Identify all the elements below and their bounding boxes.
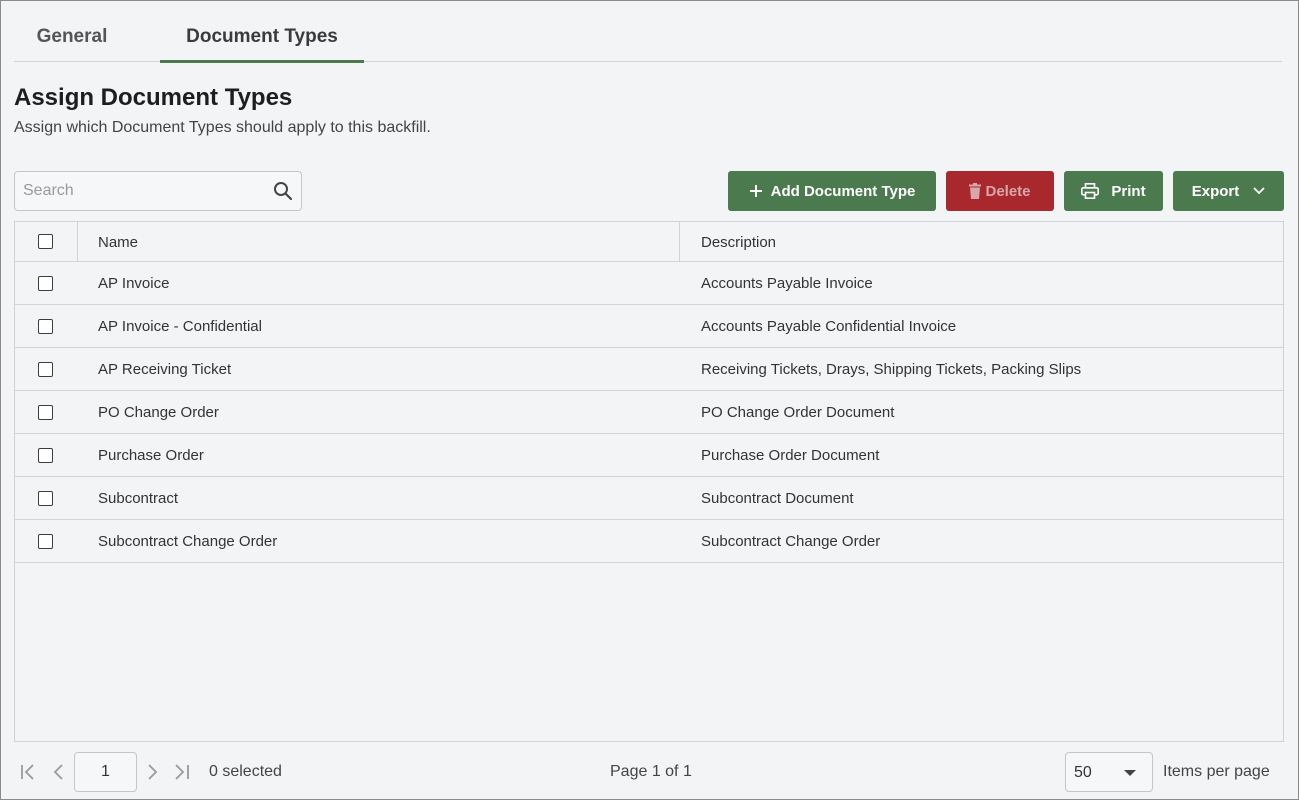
table-row[interactable]: Purchase Order Purchase Order Document (15, 434, 1283, 477)
row-name: AP Receiving Ticket (98, 360, 232, 378)
delete-button[interactable]: Delete (946, 171, 1054, 211)
row-checkbox[interactable] (38, 276, 53, 291)
trash-icon (969, 183, 982, 199)
add-document-type-button[interactable]: Add Document Type (728, 171, 936, 211)
row-name: PO Change Order (98, 403, 219, 421)
export-label: Export (1191, 182, 1240, 200)
row-name: AP Invoice - Confidential (98, 317, 262, 335)
items-per-page-select[interactable]: 50 (1065, 752, 1153, 792)
plus-icon (749, 184, 763, 198)
print-label: Print (1111, 182, 1146, 200)
row-description: Accounts Payable Confidential Invoice (701, 317, 957, 335)
row-description: Accounts Payable Invoice (701, 274, 873, 292)
print-button[interactable]: Print (1064, 171, 1163, 211)
tab-general[interactable]: General (14, 14, 130, 62)
printer-icon (1081, 183, 1100, 199)
row-description: Purchase Order Document (701, 446, 880, 464)
column-divider (77, 222, 78, 262)
column-header-description[interactable]: Description (701, 222, 776, 262)
search-input[interactable] (15, 172, 265, 210)
page-subtitle: Assign which Document Types should apply… (14, 119, 431, 136)
row-description: PO Change Order Document (701, 403, 895, 421)
selected-count: 0 selected (209, 763, 282, 780)
table-row[interactable]: Subcontract Change Order Subcontract Cha… (15, 520, 1283, 563)
row-checkbox[interactable] (38, 319, 53, 334)
page-title: Assign Document Types (14, 84, 293, 111)
page-number-input[interactable] (74, 752, 137, 792)
add-document-type-label: Add Document Type (770, 182, 916, 200)
select-all-checkbox[interactable] (38, 234, 53, 249)
row-description: Receiving Tickets, Drays, Shipping Ticke… (701, 360, 1082, 378)
next-page-icon[interactable] (142, 761, 164, 783)
tab-document-types-label: Document Types (186, 26, 338, 47)
row-checkbox[interactable] (38, 405, 53, 420)
tab-bar: General Document Types (14, 14, 1282, 63)
table-header: Name Description (15, 222, 1283, 262)
search-box (14, 171, 302, 211)
row-name: AP Invoice (98, 274, 170, 292)
last-page-icon[interactable] (171, 761, 193, 783)
row-name: Subcontract Change Order (98, 532, 278, 550)
first-page-icon[interactable] (18, 761, 40, 783)
table-row[interactable]: PO Change Order PO Change Order Document (15, 391, 1283, 434)
table-row[interactable]: AP Receiving Ticket Receiving Tickets, D… (15, 348, 1283, 391)
items-per-page-label: Items per page (1163, 763, 1270, 780)
row-checkbox[interactable] (38, 491, 53, 506)
row-description: Subcontract Document (701, 489, 854, 507)
previous-page-icon[interactable] (48, 761, 70, 783)
column-divider (679, 222, 680, 262)
items-per-page-value: 50 (1074, 764, 1092, 781)
search-icon[interactable] (273, 181, 293, 201)
row-name: Purchase Order (98, 446, 204, 464)
row-checkbox[interactable] (38, 534, 53, 549)
document-types-table: Name Description AP Invoice Accounts Pay… (14, 221, 1284, 742)
page-info: Page 1 of 1 (610, 763, 692, 780)
export-button[interactable]: Export (1173, 171, 1284, 211)
table-row[interactable]: AP Invoice Accounts Payable Invoice (15, 262, 1283, 305)
delete-label: Delete (985, 182, 1031, 200)
tab-general-label: General (36, 26, 108, 47)
table-row[interactable]: Subcontract Subcontract Document (15, 477, 1283, 520)
column-header-name[interactable]: Name (98, 222, 138, 262)
row-checkbox[interactable] (38, 362, 53, 377)
caret-down-icon (1124, 770, 1136, 776)
tab-document-types[interactable]: Document Types (160, 14, 364, 63)
row-name: Subcontract (98, 489, 179, 507)
row-checkbox[interactable] (38, 448, 53, 463)
chevron-down-icon (1253, 187, 1265, 195)
row-description: Subcontract Change Order (701, 532, 881, 550)
table-row[interactable]: AP Invoice - Confidential Accounts Payab… (15, 305, 1283, 348)
